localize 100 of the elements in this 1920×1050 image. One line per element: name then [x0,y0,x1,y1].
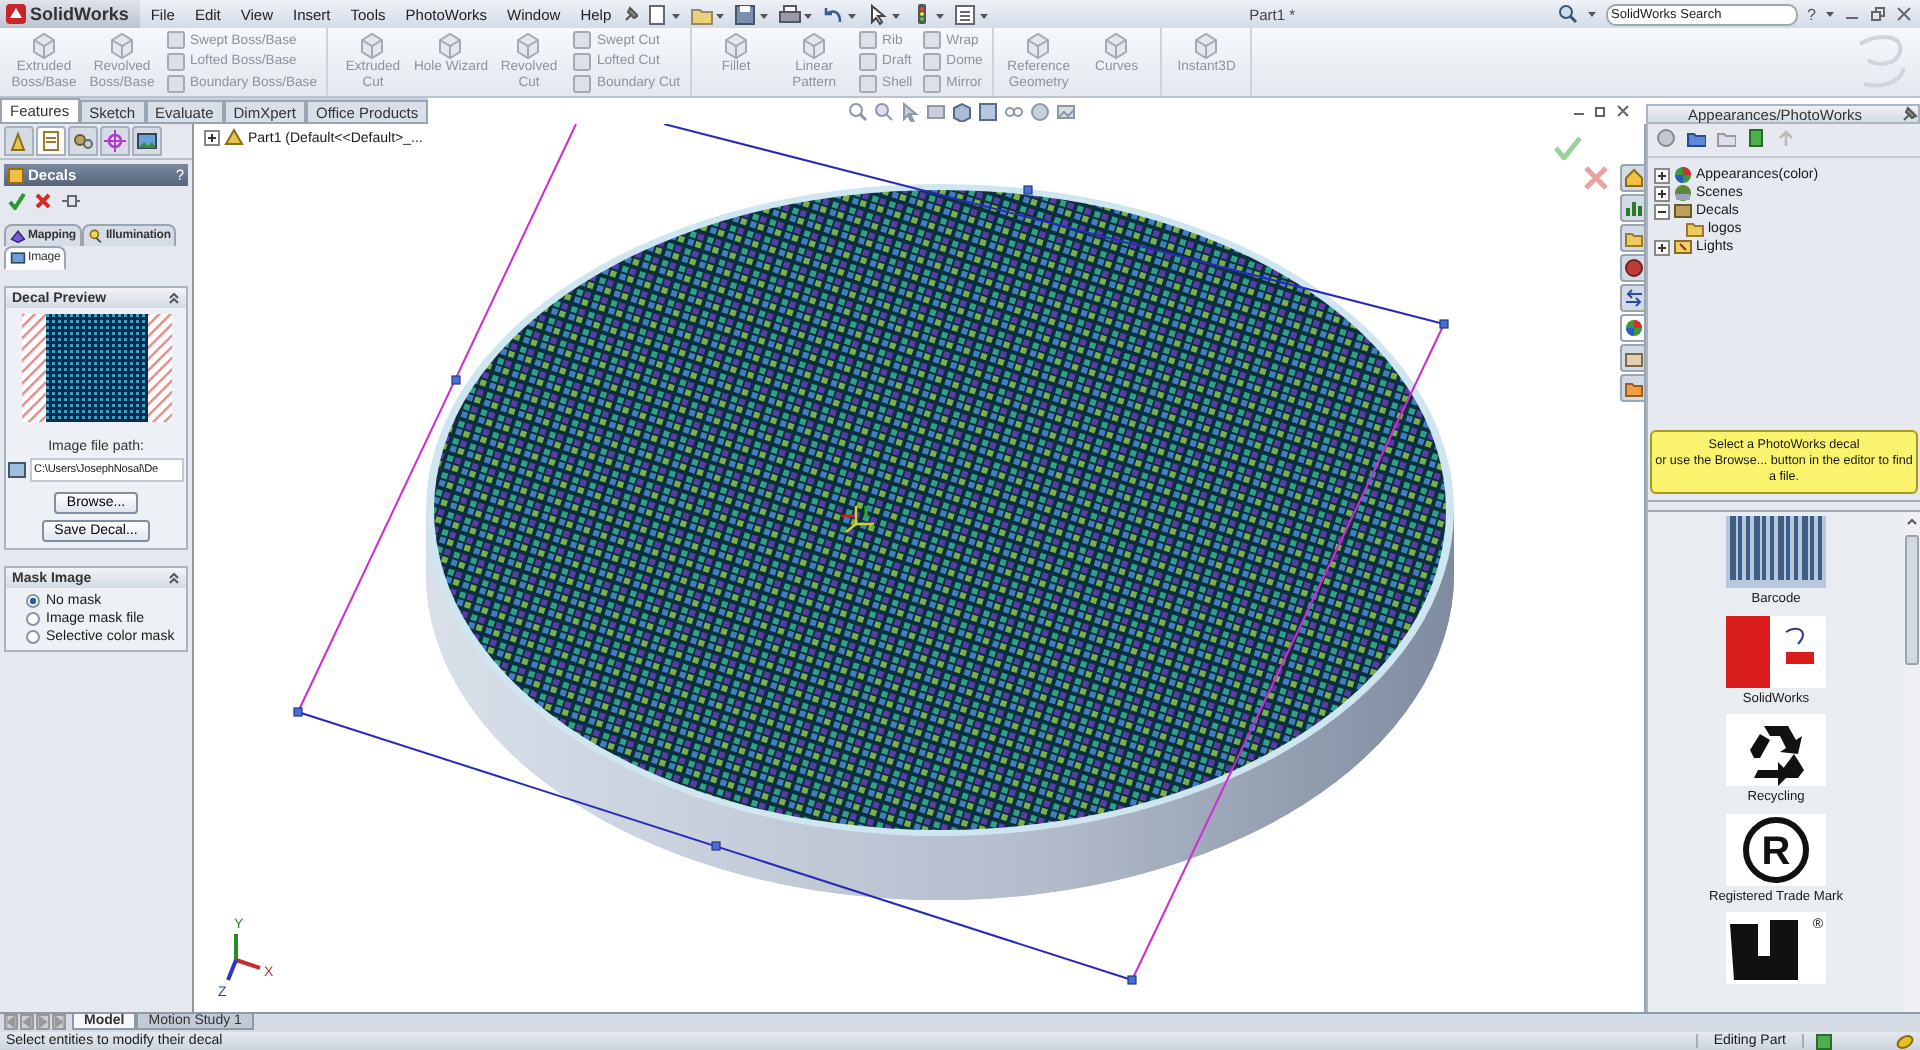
close-icon[interactable] [1616,104,1630,118]
task-pane-tab[interactable] [1620,194,1644,222]
radio-button[interactable] [26,630,40,644]
pin-icon[interactable] [621,4,638,24]
expand-box-icon[interactable] [1654,203,1670,219]
new-document-icon[interactable] [645,3,680,25]
square-icon [858,30,879,51]
app-name: SolidWorks [30,4,129,24]
task-pane-tab[interactable] [1620,344,1644,372]
cursor-arrow-icon[interactable] [900,101,921,121]
pushpin-icon[interactable] [60,192,80,210]
expand-box-icon[interactable] [1654,167,1670,183]
sphere-icon [1624,258,1644,278]
decal-folder-icon [1674,202,1692,220]
expand-box-icon[interactable] [1654,185,1670,201]
folder-icon [1624,378,1644,398]
help-button[interactable]: ? [1807,5,1816,23]
square-icon [922,51,943,72]
sphere-icon[interactable] [1030,101,1051,121]
barcode-thumbnail[interactable] [1726,516,1826,588]
box-icon[interactable] [978,101,999,121]
expand-box-icon[interactable] [1654,239,1670,255]
task-pane-tab[interactable] [1620,374,1644,402]
drawing-icon [8,130,30,152]
square-icon [572,51,593,72]
cube-icon [436,32,465,60]
check-icon[interactable] [8,192,26,210]
panel-tab[interactable] [100,126,130,156]
color-wheel-icon [1624,318,1644,338]
recycle-thumbnail[interactable] [1726,714,1826,787]
pencil-icon[interactable] [1896,1033,1914,1049]
cube-icon [358,32,387,60]
picture-icon [10,250,26,266]
task-pane-tab[interactable] [1620,314,1644,342]
image-file-icon[interactable] [8,462,26,478]
cube-icon [1102,32,1131,60]
task-pane-tab[interactable] [1620,284,1644,312]
panel-tab[interactable] [68,126,98,156]
box-icon [1624,348,1644,368]
axis-triad-icon [226,934,261,981]
panel-tab[interactable] [4,126,34,156]
landscape-icon[interactable] [1056,101,1077,121]
logo-thumbnail[interactable] [1726,615,1826,688]
task-pane-tab[interactable] [1620,254,1644,282]
sphere-icon[interactable] [1656,128,1676,148]
options-list-icon[interactable] [953,3,988,25]
panel-tab[interactable] [36,126,66,156]
cube-icon [108,32,136,60]
square-icon [166,51,186,72]
cube-icon [722,32,751,60]
decal-icon [8,167,24,183]
square-icon [922,73,943,94]
help-icon[interactable] [1816,1033,1832,1049]
magnifier-icon[interactable] [848,101,869,121]
save-disk-icon[interactable] [733,3,768,25]
app-logo-icon [6,4,26,24]
cube-icon [1192,32,1221,60]
printer-icon[interactable] [777,3,812,25]
magnifier-icon[interactable] [874,101,895,121]
crosshair-icon [104,130,126,152]
pin-icon[interactable] [1902,106,1918,122]
square-icon [922,30,943,51]
search-icon[interactable] [1557,4,1578,24]
task-pane-tab[interactable] [1620,164,1644,192]
square-icon [858,73,879,94]
color-wheel-icon [1674,166,1692,184]
expand-box-icon[interactable] [204,130,220,146]
pointer-icon[interactable] [865,3,900,25]
scene-icon [1674,184,1692,202]
cube-icon [1024,32,1053,60]
radio-button[interactable] [26,594,40,608]
list-icon [40,130,62,152]
square-icon [166,73,186,94]
check-icon[interactable] [1554,136,1582,160]
square-icon [858,51,879,72]
caret-icon[interactable] [1826,11,1834,17]
panel-tab[interactable] [132,126,162,156]
gears-icon [72,130,94,152]
arrows-icon [1624,288,1644,308]
open-folder-icon[interactable] [689,3,724,25]
radio-button[interactable] [26,612,40,626]
close-icon[interactable] [1896,6,1912,22]
document-icon[interactable] [1746,128,1766,148]
square-icon [572,30,593,51]
cube-icon [30,32,58,60]
folder-icon [1686,220,1704,238]
caret-icon[interactable] [1587,11,1596,17]
close-icon[interactable] [34,192,52,210]
collapse-chevron-icon[interactable] [168,292,180,304]
part-icon [224,128,244,148]
glasses-icon[interactable] [1004,101,1025,121]
restore-icon[interactable] [1870,6,1886,22]
section-plane-icon[interactable] [926,101,947,121]
cube-icon [514,32,543,60]
registered-mark-thumbnail[interactable]: R [1725,813,1826,886]
square-icon [166,30,186,51]
folder-icon [1624,228,1644,248]
collapse-chevron-icon[interactable] [168,572,180,584]
undo-arrow-icon[interactable] [821,3,856,25]
restore-icon[interactable] [1594,104,1608,118]
